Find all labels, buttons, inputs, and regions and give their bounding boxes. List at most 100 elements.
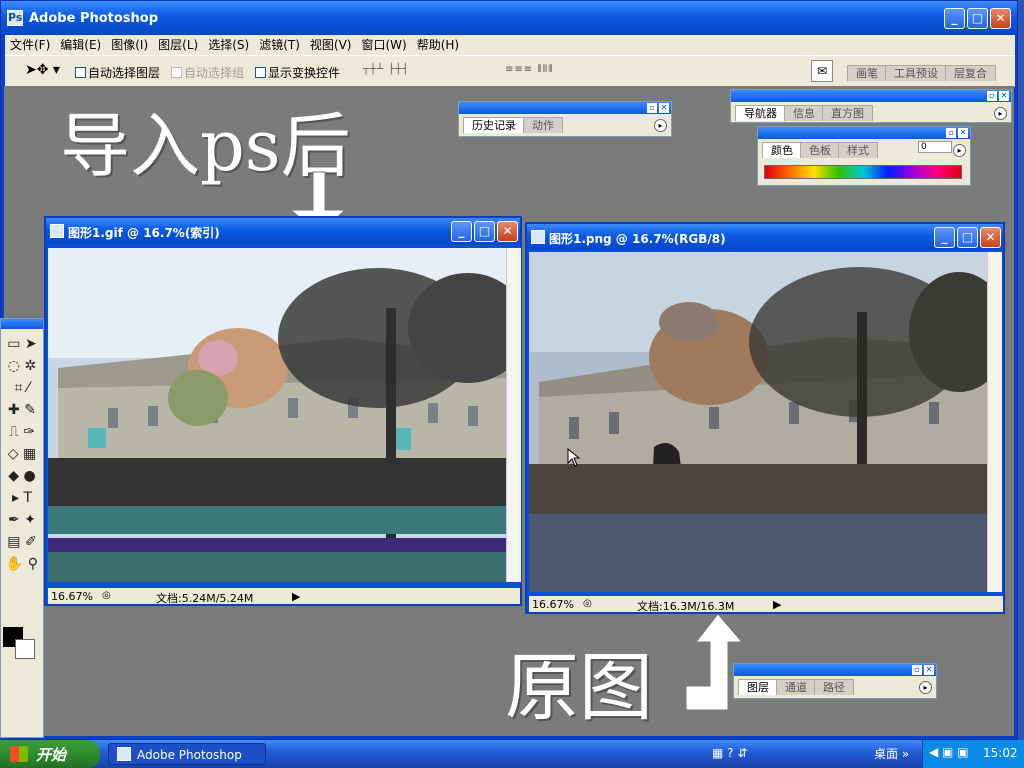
marquee-tool-icon[interactable]: ▭ ➤ (3, 333, 41, 355)
status-bar: 16.67% ◎ 文档:16.3M/16.3M ▶ (529, 596, 1003, 613)
tab-histogram[interactable]: 直方图 (822, 105, 873, 121)
menu-file[interactable]: 文件(F) (5, 35, 55, 55)
hand-tool-icon[interactable]: ✋ ⚲ (3, 553, 41, 575)
document-title: 图形1.gif @ 16.7%(索引) (68, 226, 220, 240)
minimize-button[interactable]: _ (451, 221, 472, 242)
panel-close-icon[interactable]: ✕ (999, 91, 1009, 101)
menu-select[interactable]: 选择(S) (203, 35, 254, 55)
vertical-scrollbar[interactable] (506, 248, 521, 582)
zoom-icon[interactable]: ◎ (583, 598, 592, 609)
menu-view[interactable]: 视图(V) (305, 35, 357, 55)
crop-tool-icon[interactable]: ⌗ ⁄ (3, 377, 41, 399)
close-button[interactable]: ✕ (980, 227, 1001, 248)
zoom-level[interactable]: 16.67% (51, 590, 93, 603)
color-value-field[interactable]: 0 (918, 141, 952, 153)
title-bar: Ps Adobe Photoshop _ □ ✕ (1, 1, 1017, 35)
stamp-tool-icon[interactable]: ⎍ ✑ (3, 421, 41, 443)
vertical-scrollbar[interactable] (987, 252, 1002, 592)
auto-select-group-option: 自动选择组 (171, 64, 244, 81)
auto-select-layer-checkbox[interactable] (75, 67, 86, 78)
tab-color[interactable]: 颜色 (762, 142, 802, 158)
maximize-button[interactable]: □ (957, 227, 978, 248)
taskbar: 开始 Adobe Photoshop ▦ ? ⇵ 桌面 » ◀ ▣ ▣ 15:0… (0, 740, 1024, 768)
type-tool-icon[interactable]: ▸ T (3, 487, 41, 509)
start-button[interactable]: 开始 (0, 740, 100, 768)
menu-help[interactable]: 帮助(H) (412, 35, 464, 55)
tab-layer-comps[interactable]: 层复合 (945, 65, 996, 81)
image-canvas[interactable] (48, 248, 506, 582)
zoom-level[interactable]: 16.67% (532, 598, 574, 611)
taskbar-photoshop-button[interactable]: Adobe Photoshop (108, 743, 266, 765)
background-color-swatch[interactable] (15, 639, 35, 659)
panel-minimize-icon[interactable]: ▫ (647, 103, 657, 113)
tab-styles[interactable]: 样式 (838, 142, 878, 158)
auto-select-group-checkbox (171, 67, 182, 78)
distribute-icons[interactable]: ≡≡≡ ⦀⦀⦀ (505, 64, 554, 75)
building-photo-indexed (48, 248, 506, 582)
panel-close-icon[interactable]: ✕ (924, 665, 934, 675)
pen-tool-icon[interactable]: ✒ ✦ (3, 509, 41, 531)
panel-menu-icon[interactable]: ▸ (953, 144, 966, 157)
panel-menu-icon[interactable]: ▸ (919, 681, 932, 694)
lasso-tool-icon[interactable]: ◌ ✲ (3, 355, 41, 377)
menu-edit[interactable]: 编辑(E) (55, 35, 106, 55)
align-icons[interactable]: ┬┼┴ ├┼┤ (363, 64, 409, 75)
mouse-cursor-icon (567, 448, 581, 467)
panel-close-icon[interactable]: ✕ (659, 103, 669, 113)
status-menu-icon[interactable]: ▶ (292, 590, 300, 603)
maximize-button[interactable]: □ (474, 221, 495, 242)
panel-menu-icon[interactable]: ▸ (654, 119, 667, 132)
zoom-icon[interactable]: ◎ (102, 590, 111, 601)
status-menu-icon[interactable]: ▶ (773, 598, 781, 611)
color-panel: ▫ ✕ 颜色 色板 样式 0 ▸ (757, 126, 971, 186)
tray-quicklaunch-icons[interactable]: ▦ ? ⇵ (712, 746, 747, 760)
tab-tool-presets[interactable]: 工具预设 (885, 65, 947, 81)
menu-filter[interactable]: 滤镜(T) (254, 35, 305, 55)
close-button[interactable]: ✕ (990, 8, 1011, 29)
close-button[interactable]: ✕ (497, 221, 518, 242)
blur-tool-icon[interactable]: ◆ ● (3, 465, 41, 487)
document-title: 图形1.png @ 16.7%(RGB/8) (549, 232, 726, 246)
clock: 15:02 (983, 746, 1018, 760)
tab-info[interactable]: 信息 (784, 105, 824, 121)
show-transform-option[interactable]: 显示变换控件 (255, 64, 340, 81)
tray-icons[interactable]: ◀ ▣ ▣ (929, 745, 969, 759)
eraser-tool-icon[interactable]: ◇ ▦ (3, 443, 41, 465)
minimize-button[interactable]: _ (934, 227, 955, 248)
document-icon (531, 230, 545, 244)
desktop-toolbar[interactable]: 桌面 » (874, 745, 909, 762)
menu-image[interactable]: 图像(I) (106, 35, 153, 55)
minimize-button[interactable]: _ (944, 8, 965, 29)
maximize-button[interactable]: □ (967, 8, 988, 29)
panel-minimize-icon[interactable]: ▫ (912, 665, 922, 675)
tab-paths[interactable]: 路径 (814, 679, 854, 695)
auto-select-layer-option[interactable]: 自动选择图层 (75, 64, 160, 81)
healing-tool-icon[interactable]: ✚ ✎ (3, 399, 41, 421)
status-bar: 16.67% ◎ 文档:5.24M/5.24M ▶ (48, 588, 520, 605)
tab-navigator[interactable]: 导航器 (735, 105, 786, 121)
options-bar: ➤✥ ▾ 自动选择图层 自动选择组 显示变换控件 ┬┼┴ ├┼┤ ≡≡≡ ⦀⦀⦀… (5, 55, 1015, 87)
panel-menu-icon[interactable]: ▸ (994, 107, 1007, 120)
tab-layers[interactable]: 图层 (738, 679, 778, 695)
show-transform-checkbox[interactable] (255, 67, 266, 78)
color-ramp[interactable] (764, 165, 962, 179)
panel-minimize-icon[interactable]: ▫ (946, 128, 956, 138)
move-tool-icon[interactable]: ➤✥ ▾ (25, 62, 60, 78)
building-photo-rgb (529, 252, 987, 592)
doc-size: 文档:5.24M/5.24M (156, 592, 254, 605)
photoshop-icon (117, 747, 131, 761)
tab-swatches[interactable]: 色板 (800, 142, 840, 158)
tab-actions[interactable]: 动作 (523, 117, 563, 133)
windows-logo-icon (10, 746, 28, 762)
panel-close-icon[interactable]: ✕ (958, 128, 968, 138)
palette-well-icon[interactable]: ✉ (811, 60, 833, 82)
tab-brushes[interactable]: 画笔 (847, 65, 887, 81)
tab-history[interactable]: 历史记录 (463, 117, 525, 133)
notes-tool-icon[interactable]: ▤ ✐ (3, 531, 41, 553)
image-canvas[interactable] (529, 252, 987, 592)
annotation-bottom: 原图 (505, 645, 653, 731)
menu-window[interactable]: 窗口(W) (356, 35, 411, 55)
tab-channels[interactable]: 通道 (776, 679, 816, 695)
panel-minimize-icon[interactable]: ▫ (987, 91, 997, 101)
menu-layer[interactable]: 图层(L) (153, 35, 203, 55)
